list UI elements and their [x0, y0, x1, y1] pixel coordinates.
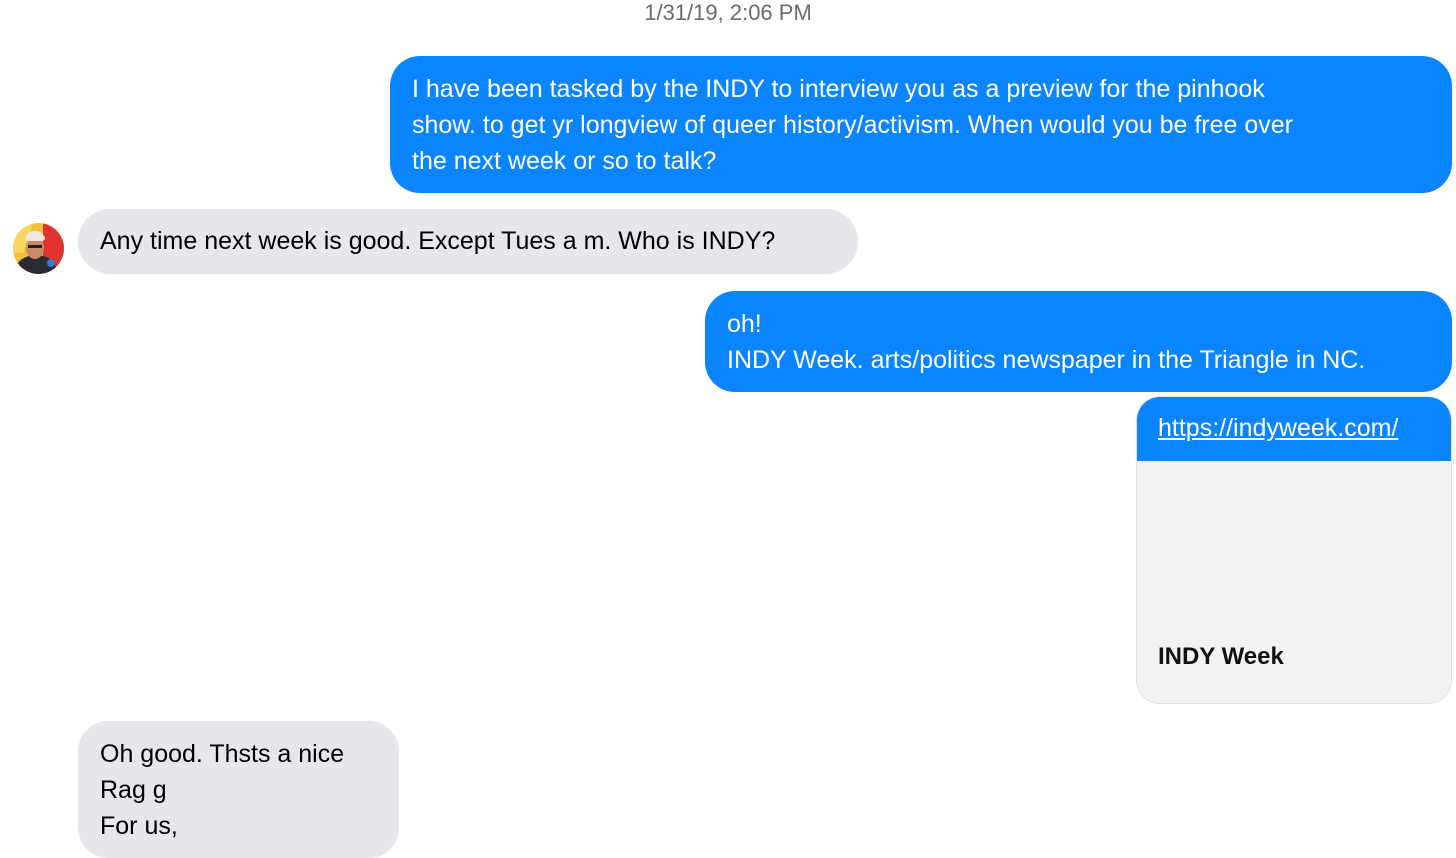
contact-avatar[interactable] — [13, 223, 64, 274]
incoming-message-bubble[interactable]: Oh good. Thsts a nice Rag g For us, — [78, 721, 399, 858]
outgoing-message-bubble[interactable]: oh! INDY Week. arts/politics newspaper i… — [705, 291, 1452, 392]
link-preview-card[interactable]: https://indyweek.com/ INDY Week — [1136, 396, 1452, 704]
conversation-timestamp: 1/31/19, 2:06 PM — [644, 0, 812, 25]
link-preview-title: INDY Week — [1158, 643, 1284, 670]
outgoing-message-bubble[interactable]: I have been tasked by the INDY to interv… — [390, 56, 1452, 193]
link-url[interactable]: https://indyweek.com/ — [1158, 414, 1398, 442]
link-preview-header: https://indyweek.com/ — [1137, 397, 1451, 461]
incoming-message-bubble[interactable]: Any time next week is good. Except Tues … — [78, 209, 858, 274]
contact-avatar-photo-icon — [13, 223, 64, 274]
